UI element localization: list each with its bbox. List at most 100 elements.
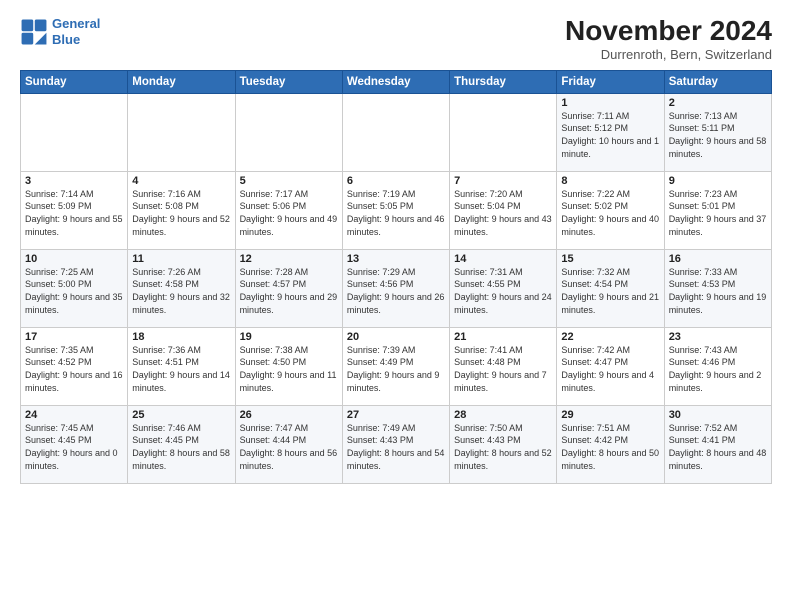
day-info-text: Sunset: 4:56 PM [347,278,445,291]
day-info-text: Sunrise: 7:33 AM [669,266,767,279]
day-number: 24 [25,409,123,421]
day-info-text: Sunrise: 7:17 AM [240,188,338,201]
table-row: 23Sunrise: 7:43 AMSunset: 4:46 PMDayligh… [664,327,771,405]
day-number: 23 [669,331,767,343]
calendar-week-row: 17Sunrise: 7:35 AMSunset: 4:52 PMDayligh… [21,327,772,405]
day-number: 5 [240,175,338,187]
day-number: 28 [454,409,552,421]
table-row: 15Sunrise: 7:32 AMSunset: 4:54 PMDayligh… [557,249,664,327]
day-info-text: Daylight: 9 hours and 7 minutes. [454,369,552,394]
day-info-text: Sunrise: 7:22 AM [561,188,659,201]
table-row: 28Sunrise: 7:50 AMSunset: 4:43 PMDayligh… [450,405,557,483]
day-number: 3 [25,175,123,187]
day-info-text: Sunrise: 7:31 AM [454,266,552,279]
day-info-text: Sunrise: 7:16 AM [132,188,230,201]
table-row: 16Sunrise: 7:33 AMSunset: 4:53 PMDayligh… [664,249,771,327]
day-info-text: Daylight: 10 hours and 1 minute. [561,135,659,160]
table-row [342,93,449,171]
table-row [128,93,235,171]
day-info-text: Sunset: 4:43 PM [454,434,552,447]
day-info-text: Sunset: 4:49 PM [347,356,445,369]
day-number: 21 [454,331,552,343]
day-info-text: Sunrise: 7:41 AM [454,344,552,357]
day-info-text: Daylight: 9 hours and 49 minutes. [240,213,338,238]
day-number: 16 [669,253,767,265]
day-info-text: Sunrise: 7:28 AM [240,266,338,279]
day-info-text: Sunset: 5:06 PM [240,200,338,213]
day-info-text: Sunrise: 7:19 AM [347,188,445,201]
day-info-text: Daylight: 9 hours and 46 minutes. [347,213,445,238]
day-info-text: Sunrise: 7:23 AM [669,188,767,201]
day-info-text: Sunset: 4:41 PM [669,434,767,447]
day-info-text: Daylight: 9 hours and 11 minutes. [240,369,338,394]
day-info-text: Sunset: 4:47 PM [561,356,659,369]
day-info-text: Sunset: 5:04 PM [454,200,552,213]
col-wednesday: Wednesday [342,70,449,93]
day-info-text: Daylight: 8 hours and 54 minutes. [347,447,445,472]
logo: General Blue [20,16,100,47]
day-info-text: Sunrise: 7:47 AM [240,422,338,435]
day-info-text: Sunrise: 7:46 AM [132,422,230,435]
day-number: 6 [347,175,445,187]
day-info-text: Daylight: 9 hours and 35 minutes. [25,291,123,316]
day-number: 18 [132,331,230,343]
table-row: 1Sunrise: 7:11 AMSunset: 5:12 PMDaylight… [557,93,664,171]
day-info-text: Sunset: 4:46 PM [669,356,767,369]
day-info-text: Sunset: 4:51 PM [132,356,230,369]
day-info-text: Sunrise: 7:36 AM [132,344,230,357]
day-info-text: Sunrise: 7:43 AM [669,344,767,357]
calendar-week-row: 24Sunrise: 7:45 AMSunset: 4:45 PMDayligh… [21,405,772,483]
table-row: 24Sunrise: 7:45 AMSunset: 4:45 PMDayligh… [21,405,128,483]
day-info-text: Sunrise: 7:11 AM [561,110,659,123]
table-row: 4Sunrise: 7:16 AMSunset: 5:08 PMDaylight… [128,171,235,249]
table-row: 29Sunrise: 7:51 AMSunset: 4:42 PMDayligh… [557,405,664,483]
logo-text: General Blue [52,16,100,47]
day-info-text: Sunset: 5:00 PM [25,278,123,291]
day-number: 13 [347,253,445,265]
table-row [450,93,557,171]
day-info-text: Sunset: 4:52 PM [25,356,123,369]
table-row: 2Sunrise: 7:13 AMSunset: 5:11 PMDaylight… [664,93,771,171]
day-info-text: Sunrise: 7:52 AM [669,422,767,435]
day-info-text: Sunrise: 7:38 AM [240,344,338,357]
day-info-text: Sunset: 4:55 PM [454,278,552,291]
day-number: 2 [669,97,767,109]
table-row: 26Sunrise: 7:47 AMSunset: 4:44 PMDayligh… [235,405,342,483]
day-number: 27 [347,409,445,421]
day-info-text: Daylight: 8 hours and 48 minutes. [669,447,767,472]
day-info-text: Daylight: 9 hours and 40 minutes. [561,213,659,238]
table-row: 19Sunrise: 7:38 AMSunset: 4:50 PMDayligh… [235,327,342,405]
day-info-text: Sunset: 5:02 PM [561,200,659,213]
day-info-text: Sunrise: 7:13 AM [669,110,767,123]
day-info-text: Sunrise: 7:42 AM [561,344,659,357]
day-number: 29 [561,409,659,421]
day-number: 10 [25,253,123,265]
table-row: 30Sunrise: 7:52 AMSunset: 4:41 PMDayligh… [664,405,771,483]
logo-icon [20,18,48,46]
table-row: 6Sunrise: 7:19 AMSunset: 5:05 PMDaylight… [342,171,449,249]
table-row: 12Sunrise: 7:28 AMSunset: 4:57 PMDayligh… [235,249,342,327]
day-info-text: Sunrise: 7:49 AM [347,422,445,435]
calendar-header-row: Sunday Monday Tuesday Wednesday Thursday… [21,70,772,93]
day-number: 12 [240,253,338,265]
subtitle: Durrenroth, Bern, Switzerland [565,47,772,62]
day-info-text: Sunset: 4:50 PM [240,356,338,369]
day-info-text: Sunset: 5:08 PM [132,200,230,213]
day-info-text: Sunset: 4:54 PM [561,278,659,291]
day-info-text: Sunrise: 7:32 AM [561,266,659,279]
table-row: 25Sunrise: 7:46 AMSunset: 4:45 PMDayligh… [128,405,235,483]
col-tuesday: Tuesday [235,70,342,93]
day-info-text: Sunset: 4:42 PM [561,434,659,447]
day-info-text: Daylight: 9 hours and 0 minutes. [25,447,123,472]
day-info-text: Sunrise: 7:14 AM [25,188,123,201]
day-number: 30 [669,409,767,421]
header: General Blue November 2024 Durrenroth, B… [20,16,772,62]
table-row: 13Sunrise: 7:29 AMSunset: 4:56 PMDayligh… [342,249,449,327]
table-row: 8Sunrise: 7:22 AMSunset: 5:02 PMDaylight… [557,171,664,249]
day-info-text: Daylight: 9 hours and 55 minutes. [25,213,123,238]
day-info-text: Daylight: 8 hours and 58 minutes. [132,447,230,472]
calendar-week-row: 1Sunrise: 7:11 AMSunset: 5:12 PMDaylight… [21,93,772,171]
day-number: 4 [132,175,230,187]
day-info-text: Sunrise: 7:45 AM [25,422,123,435]
day-info-text: Daylight: 9 hours and 32 minutes. [132,291,230,316]
